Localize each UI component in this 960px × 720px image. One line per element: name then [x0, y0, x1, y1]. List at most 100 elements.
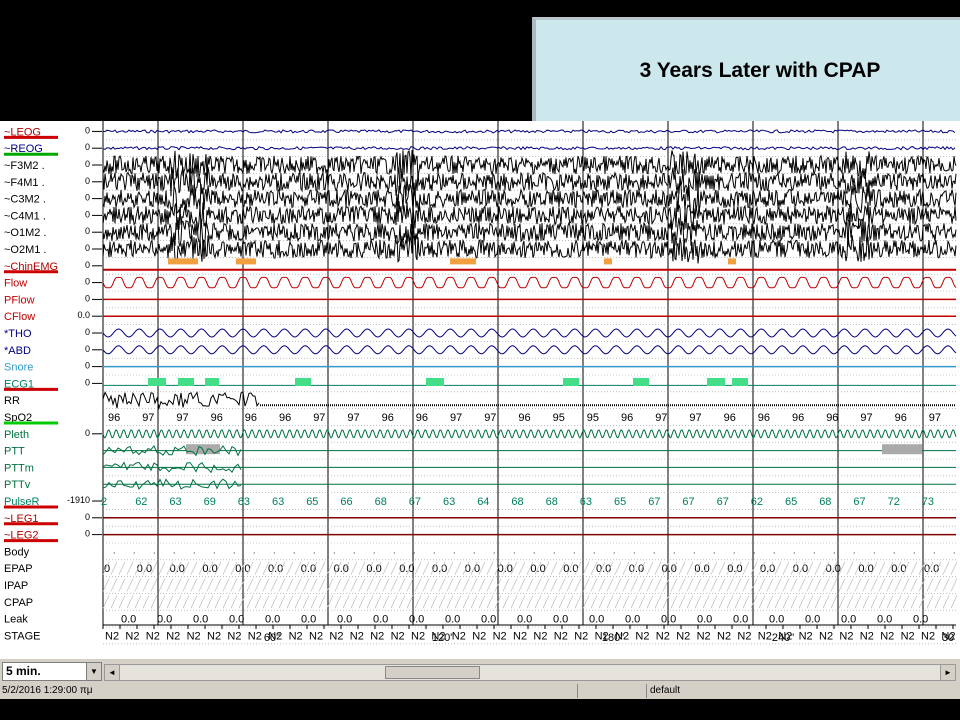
- leak-value: 0.0: [625, 614, 640, 626]
- scrollbar-thumb[interactable]: [385, 666, 480, 679]
- channel-label: *THO: [4, 328, 32, 340]
- leak-value: 0.0: [157, 614, 172, 626]
- hatch-mark: [126, 595, 134, 609]
- channel-scale: 0: [85, 277, 90, 287]
- channel-label: Body: [4, 546, 30, 558]
- time-axis-label: 180": [602, 632, 624, 644]
- hatch-mark: [430, 595, 438, 609]
- hatch-mark: [614, 561, 622, 575]
- body-position-mark: .: [273, 545, 276, 555]
- sleep-stage: N2: [880, 630, 894, 642]
- sleep-stage: N2: [513, 630, 527, 642]
- hatch-mark: [542, 578, 550, 592]
- body-position-mark: .: [113, 545, 116, 555]
- hatch-mark: [414, 561, 422, 575]
- hatch-mark: [254, 595, 262, 609]
- pulse-value: 62: [135, 496, 147, 508]
- sleep-stage: N2: [554, 630, 568, 642]
- hatch-mark: [950, 561, 958, 575]
- hatch-mark: [862, 578, 870, 592]
- hatch-mark: [310, 595, 318, 609]
- pulse-value: 67: [648, 496, 660, 508]
- hatch-mark: [206, 595, 214, 609]
- hatch-mark: [158, 561, 166, 575]
- channel-label: PTTv: [4, 479, 31, 491]
- hatch-mark: [798, 578, 806, 592]
- hatch-mark: [294, 578, 302, 592]
- hatch-mark: [926, 578, 934, 592]
- sleep-stage: N2: [697, 630, 711, 642]
- hatch-mark: [318, 595, 326, 609]
- polysomnography-chart[interactable]: ~LEOG 0 ~REOG 0 ~F3M2 . 0 ~F4M1 . 0 ~C3M2 . 0 ~C4M…: [0, 121, 960, 659]
- scroll-left-icon[interactable]: ◄: [105, 665, 120, 680]
- hatch-mark: [430, 578, 438, 592]
- pulse-value: 65: [785, 496, 797, 508]
- hatch-mark: [902, 578, 910, 592]
- body-position-mark: .: [433, 545, 436, 555]
- spo2-value: 97: [689, 412, 701, 424]
- hatch-mark: [318, 561, 326, 575]
- hatch-mark: [670, 595, 678, 609]
- sleep-stage: N2: [309, 630, 323, 642]
- hatch-mark: [158, 578, 166, 592]
- hatch-mark: [222, 578, 230, 592]
- hatch-mark: [342, 578, 350, 592]
- hatch-mark: [214, 578, 222, 592]
- channel-scale: 0: [85, 243, 90, 253]
- effort-trace: [102, 328, 957, 338]
- hatch-mark: [670, 578, 678, 592]
- body-position-mark: .: [713, 545, 716, 555]
- channel-scale: 0: [85, 428, 90, 438]
- channel-label: STAGE: [4, 630, 40, 642]
- hatch-mark: [638, 578, 646, 592]
- leak-value: 0.0: [697, 614, 712, 626]
- channel-label: ~C4M1 .: [4, 210, 46, 222]
- hatch-mark: [174, 595, 182, 609]
- hatch-mark: [830, 578, 838, 592]
- channel-label: ~O2M1 .: [4, 244, 47, 256]
- scroll-right-icon[interactable]: ►: [940, 665, 955, 680]
- hatch-mark: [286, 578, 294, 592]
- hatch-mark: [118, 578, 126, 592]
- sleep-stage: N2: [717, 630, 731, 642]
- hatch-mark: [142, 595, 150, 609]
- hatch-mark: [478, 595, 486, 609]
- epoch-length-select[interactable]: 5 min. ▼: [2, 662, 102, 681]
- hatch-mark: [382, 595, 390, 609]
- hatch-mark: [910, 578, 918, 592]
- body-position-mark: .: [833, 545, 836, 555]
- status-divider: [577, 684, 578, 698]
- epap-value: 0.0: [891, 563, 906, 575]
- pulse-value: 68: [375, 496, 387, 508]
- hatch-mark: [886, 578, 894, 592]
- body-position-mark: .: [773, 545, 776, 555]
- spo2-value: 96: [895, 412, 907, 424]
- hatch-mark: [110, 578, 118, 592]
- hatch-mark: [950, 595, 958, 609]
- hatch-mark: [718, 595, 726, 609]
- hatch-mark: [782, 561, 790, 575]
- hatch-mark: [166, 595, 174, 609]
- hatch-mark: [558, 578, 566, 592]
- channel-scale: 0: [85, 125, 90, 135]
- hatch-mark: [486, 595, 494, 609]
- arousal-event-marker: [604, 258, 612, 265]
- channel-scale: 0: [85, 512, 90, 522]
- signal-traces[interactable]: ~LEOG 0~REOG 0~F3M2 . 0~F4M1 . 0~C3M2 . 0~C4M…: [0, 121, 960, 659]
- sleep-stage: N2: [329, 630, 343, 642]
- hatch-mark: [390, 561, 398, 575]
- hatch-mark: [718, 561, 726, 575]
- channel-label: ~C3M2 .: [4, 194, 46, 206]
- leak-value: 0.0: [553, 614, 568, 626]
- hatch-mark: [942, 595, 950, 609]
- hatch-mark: [422, 561, 430, 575]
- body-position-mark: .: [193, 545, 196, 555]
- timeline-scrollbar[interactable]: ◄ ►: [104, 664, 956, 681]
- chevron-down-icon[interactable]: ▼: [86, 663, 101, 680]
- hatch-mark: [798, 595, 806, 609]
- hatch-mark: [518, 595, 526, 609]
- spo2-value: 95: [553, 412, 565, 424]
- channel-label: ~O1M2 .: [4, 227, 47, 239]
- body-position-mark: .: [393, 545, 396, 555]
- arousal-event-marker: [236, 258, 256, 265]
